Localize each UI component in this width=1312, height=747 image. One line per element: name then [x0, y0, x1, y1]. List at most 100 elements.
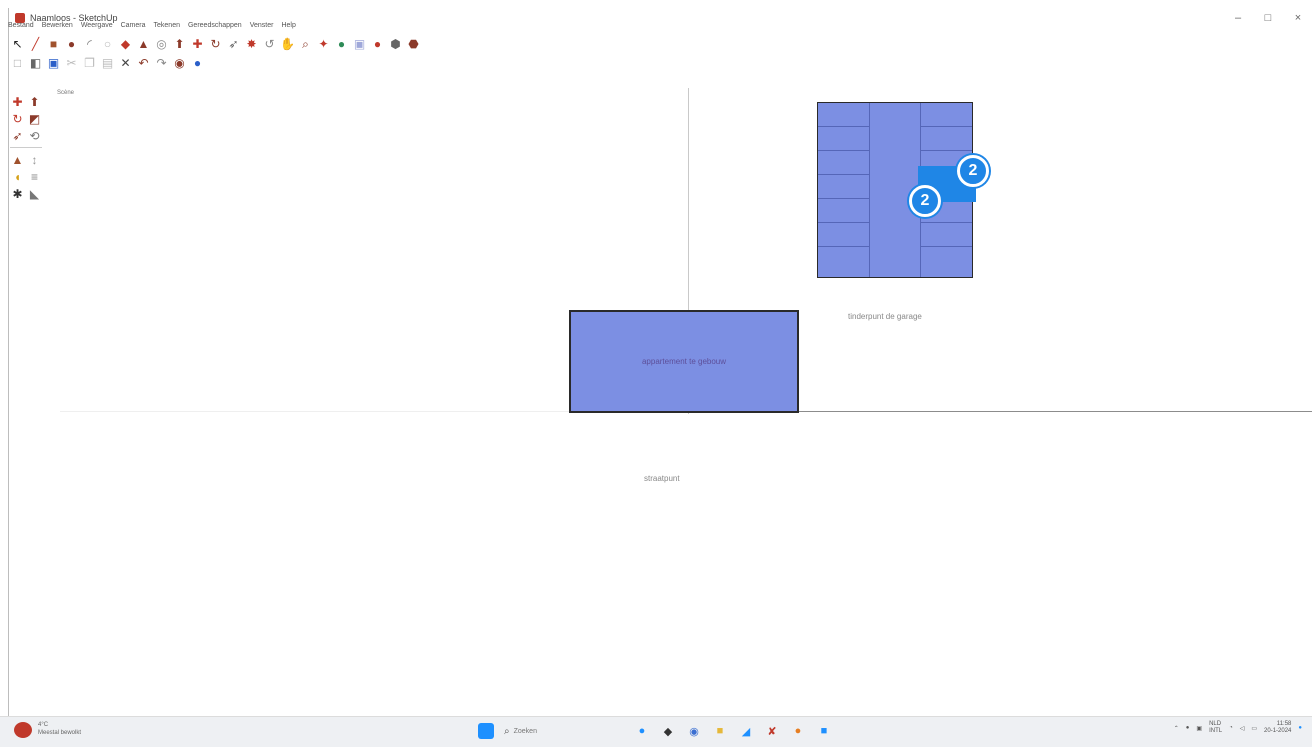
windows-taskbar: 4°C Meestal bewolkt ⌕ Zoeken ● ◆ ◉ ■ ◢ ✘… — [0, 716, 1312, 747]
weather-widget[interactable]: 4°C Meestal bewolkt — [14, 722, 81, 738]
pets-app-icon[interactable]: ◆ — [660, 723, 676, 739]
rotate-tool-icon[interactable]: ↻ — [10, 111, 25, 126]
select-icon[interactable]: ↖ — [10, 37, 25, 52]
text-tool-icon[interactable]: ≡ — [27, 169, 42, 184]
battery-icon[interactable]: ▭ — [1251, 725, 1257, 732]
orbit-icon[interactable]: ↺ — [262, 37, 277, 52]
menu-camera[interactable]: Camera — [121, 22, 146, 29]
push-pull-icon[interactable]: ⬆ — [172, 37, 187, 52]
cut-icon[interactable]: ✂ — [64, 56, 79, 71]
clock-date: 20-1-2024 — [1264, 728, 1292, 735]
volume-icon[interactable]: ◁ — [1240, 725, 1245, 732]
extension-warehouse-icon[interactable]: ▣ — [352, 37, 367, 52]
file-explorer-icon[interactable]: ■ — [712, 723, 728, 739]
main-toolbar: ↖ ╱ ■ ● ◜ ○ ◆ ▲ ◎ ⬆ ✚ ↻ ➶ ✸ ↺ ✋ ⌕ ✦ ● ▣ … — [10, 35, 421, 53]
scene-tab-label[interactable]: Scène — [57, 90, 74, 96]
delete-icon[interactable]: ✕ — [118, 56, 133, 71]
rectangle-icon[interactable]: ■ — [46, 37, 61, 52]
garage-column-line — [869, 103, 870, 277]
sketch-app-icon[interactable]: ✘ — [764, 723, 780, 739]
minimize-button[interactable]: – — [1223, 12, 1253, 24]
taskbar-search[interactable]: ⌕ Zoeken — [504, 726, 624, 737]
sketchup-account-icon[interactable]: ● — [190, 56, 205, 71]
move-tool-icon[interactable]: ✚ — [10, 94, 25, 109]
dimension-tool-icon[interactable]: ↕ — [27, 152, 42, 167]
garage-row-line — [818, 246, 869, 247]
garage-row-line — [920, 126, 972, 127]
garage-row-line — [818, 222, 869, 223]
scale-tool-icon[interactable]: ◩ — [27, 111, 42, 126]
menu-view[interactable]: Weergave — [81, 22, 113, 29]
section-plane-tool-icon[interactable]: ◣ — [27, 186, 42, 201]
palette-divider — [10, 147, 42, 148]
protractor-tool-icon[interactable]: ◖ — [10, 169, 25, 184]
mail-icon[interactable]: ■ — [816, 723, 832, 739]
menu-file[interactable]: Bestand — [8, 22, 34, 29]
onedrive-icon[interactable]: ● — [1186, 725, 1190, 731]
edge-browser-icon[interactable]: ● — [634, 723, 650, 739]
arc-icon[interactable]: ◜ — [82, 37, 97, 52]
zoom-extents-icon[interactable]: ✦ — [316, 37, 331, 52]
security-icon[interactable]: ▣ — [1196, 725, 1202, 732]
notification-badge[interactable]: 2 — [957, 155, 989, 187]
chrome-icon[interactable]: ● — [790, 723, 806, 739]
menu-draw[interactable]: Tekenen — [154, 22, 180, 29]
model-info-icon[interactable]: ◉ — [172, 56, 187, 71]
wifi-icon[interactable]: ◔ — [1229, 725, 1233, 731]
save-icon[interactable]: ▣ — [46, 56, 61, 71]
menu-bar: Bestand Bewerken Weergave Camera Tekenen… — [8, 22, 296, 29]
garage-label: tinderpunt de garage — [848, 312, 922, 321]
paint-bucket-icon[interactable]: ▲ — [136, 37, 151, 52]
axes-tool-icon[interactable]: ✱ — [10, 186, 25, 201]
maximize-button[interactable]: □ — [1253, 12, 1283, 24]
extension-manager-icon[interactable]: ⬢ — [388, 37, 403, 52]
new-file-icon[interactable]: □ — [10, 56, 25, 71]
rotate-icon[interactable]: ↻ — [208, 37, 223, 52]
clock[interactable]: 11:58 20-1-2024 — [1264, 721, 1291, 735]
apartment-block[interactable]: appartement te gebouw — [569, 310, 799, 413]
secondary-toolbar: □ ◧ ▣ ✂ ❐ ▤ ✕ ↶ ↷ ◉ ● — [10, 54, 205, 72]
chat-icon[interactable]: ◉ — [686, 723, 702, 739]
weather-desc: Meestal bewolkt — [38, 730, 82, 736]
menu-help[interactable]: Help — [281, 22, 295, 29]
menu-edit[interactable]: Bewerken — [42, 22, 73, 29]
shape-icon[interactable]: ○ — [100, 37, 115, 52]
offset-icon[interactable]: ✸ — [244, 37, 259, 52]
copy-icon[interactable]: ❐ — [82, 56, 97, 71]
offset-tool-icon[interactable]: ⟲ — [27, 128, 42, 143]
open-folder-icon[interactable]: ◧ — [28, 56, 43, 71]
layout-icon[interactable]: ● — [370, 37, 385, 52]
undo-icon[interactable]: ↶ — [136, 56, 151, 71]
tape-tool-icon[interactable]: ▲ — [10, 152, 25, 167]
copilot-icon[interactable]: ● — [1298, 725, 1302, 731]
chevron-up-icon[interactable]: ⌃ — [1174, 725, 1179, 732]
redo-icon[interactable]: ↷ — [154, 56, 169, 71]
garage-row-line — [920, 150, 972, 151]
move-icon[interactable]: ✚ — [190, 37, 205, 52]
left-tool-palette: ✚ ⬆ ↻ ◩ ➶ ⟲ ▲ ↕ ◖ ≡ ✱ ◣ — [10, 94, 44, 201]
garage-row-line — [818, 126, 869, 127]
ruby-icon[interactable]: ⬣ — [406, 37, 421, 52]
3d-warehouse-icon[interactable]: ● — [334, 37, 349, 52]
paste-icon[interactable]: ▤ — [100, 56, 115, 71]
pan-icon[interactable]: ✋ — [280, 37, 295, 52]
follow-me-tool-icon[interactable]: ➶ — [10, 128, 25, 143]
pencil-icon[interactable]: ╱ — [28, 37, 43, 52]
menu-tools[interactable]: Gereedschappen — [188, 22, 242, 29]
weather-icon — [14, 722, 32, 738]
start-icon[interactable] — [478, 723, 494, 739]
red-axis-line — [795, 411, 1312, 412]
circle-icon[interactable]: ● — [64, 37, 79, 52]
search-placeholder: Zoeken — [513, 727, 537, 735]
zoom-icon[interactable]: ⌕ — [298, 37, 313, 52]
eraser-icon[interactable]: ◆ — [118, 37, 133, 52]
store-icon[interactable]: ◢ — [738, 723, 754, 739]
language-indicator[interactable]: NLD INTL — [1209, 721, 1222, 735]
follow-me-icon[interactable]: ➶ — [226, 37, 241, 52]
menu-window[interactable]: Venster — [250, 22, 274, 29]
close-button[interactable]: × — [1283, 12, 1312, 24]
tape-measure-icon[interactable]: ◎ — [154, 37, 169, 52]
notification-badge[interactable]: 2 — [909, 185, 941, 217]
push-pull-tool-icon[interactable]: ⬆ — [27, 94, 42, 109]
search-icon: ⌕ — [504, 725, 510, 737]
